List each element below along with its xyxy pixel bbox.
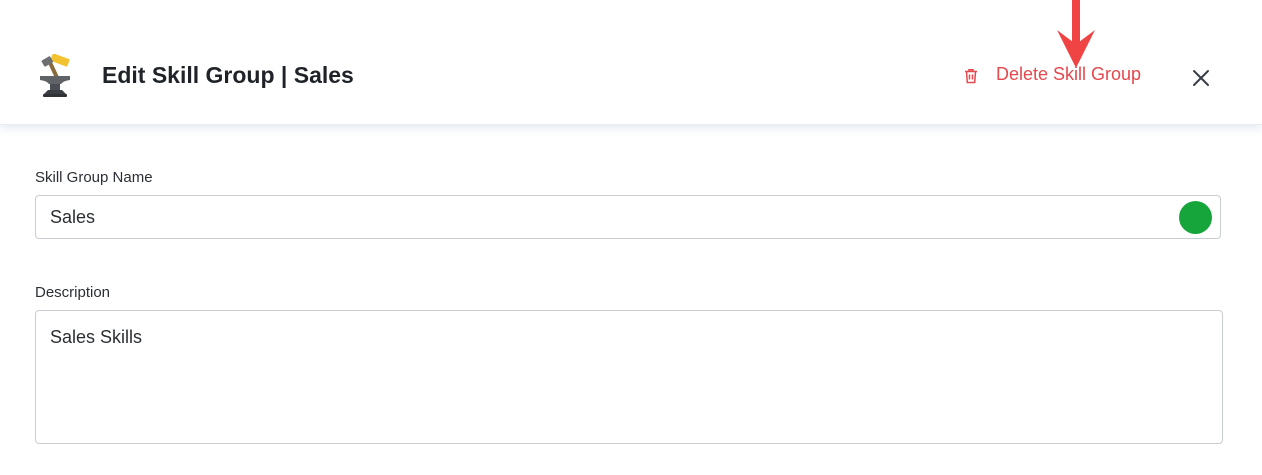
page-title: Edit Skill Group | Sales — [102, 62, 354, 88]
anvil-hammer-icon — [37, 53, 75, 98]
skill-group-name-input[interactable] — [35, 195, 1221, 239]
annotation-arrow-icon — [1055, 0, 1097, 72]
delete-skill-group-button[interactable]: Delete Skill Group — [962, 64, 1141, 85]
description-label: Description — [35, 284, 111, 301]
description-textarea[interactable]: Sales Skills — [35, 310, 1223, 444]
skill-group-name-label: Skill Group Name — [35, 169, 153, 186]
close-icon[interactable] — [1189, 66, 1213, 90]
edit-skill-group-page: Edit Skill Group | Sales Delete Skill Gr… — [0, 0, 1262, 475]
trash-icon — [962, 67, 980, 85]
status-color-indicator[interactable] — [1179, 201, 1212, 234]
